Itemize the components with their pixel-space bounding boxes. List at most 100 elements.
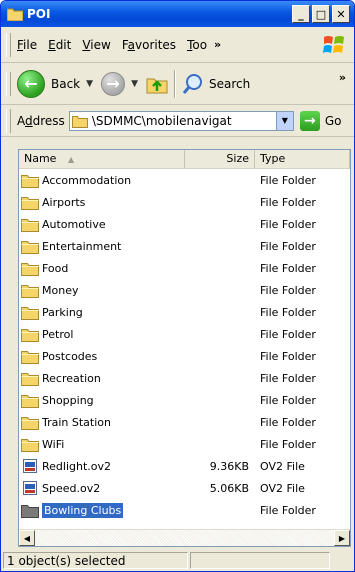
windows-logo-icon [323,36,344,53]
item-name-cell: Bowling Clubs [19,502,185,518]
up-folder-icon[interactable] [146,73,168,95]
title-bar[interactable]: POI _ □ ✕ [1,1,354,27]
list-item[interactable]: Speed.ov2 5.06KB OV2 File [19,477,350,499]
scroll-track[interactable] [35,530,334,546]
address-dropdown-button[interactable]: ▼ [275,111,293,130]
item-name-cell: Postcodes [19,348,185,364]
folder-icon [21,263,39,276]
ov2-file-icon [23,459,37,473]
item-name: Petrol [42,327,74,341]
close-button[interactable]: ✕ [332,5,350,23]
forward-button[interactable]: → ▼ [101,71,138,96]
menu-item[interactable]: Too [187,38,207,52]
list-item[interactable]: Recreation File Folder [19,367,350,389]
list-item[interactable]: Shopping File Folder [19,389,350,411]
go-label: Go [324,113,342,128]
list-item[interactable]: Money File Folder [19,279,350,301]
file-list[interactable]: Name ▲ Size Type Accommodation File Folde… [18,149,351,547]
list-item[interactable]: Bowling Clubs File Folder [19,499,350,521]
folder-icon [21,417,39,430]
item-name-cell: Petrol [19,326,185,342]
item-type: OV2 File [260,481,305,495]
item-name-cell: Train Station [19,414,185,430]
folder-icon [21,241,39,254]
explorer-window: POI _ □ ✕ File Edit View Favorites Too » ← B… [0,0,355,572]
item-type: File Folder [260,173,316,187]
item-name-cell: Entertainment [19,238,185,254]
back-arrow-icon: ← [17,69,45,98]
item-type: File Folder [260,437,316,451]
item-name: WiFi [42,437,65,451]
list-item[interactable]: Train Station File Folder [19,411,350,433]
folder-icon [21,285,39,298]
item-name: Parking [42,305,83,319]
menu-overflow-chevron[interactable]: » [214,38,221,51]
list-item[interactable]: Petrol File Folder [19,323,350,345]
column-header-type[interactable]: Type [255,150,350,168]
list-item[interactable]: Parking File Folder [19,301,350,323]
item-name: Accommodation [42,173,132,187]
menu-bar: File Edit View Favorites Too » [1,27,354,63]
menu-item[interactable]: Favorites [122,38,176,52]
back-button[interactable]: ← Back ▼ [17,69,93,98]
item-name-cell: Money [19,282,185,298]
item-type: File Folder [260,217,316,231]
column-header-size[interactable]: Size [185,150,255,168]
item-name-cell: Accommodation [19,172,185,188]
scroll-right-icon[interactable]: ▶ [334,530,350,546]
item-name-cell: Recreation [19,370,185,386]
folder-icon [21,329,39,342]
list-item[interactable]: Automotive File Folder [19,213,350,235]
search-button[interactable]: Search [182,73,250,95]
list-item[interactable]: Airports File Folder [19,191,350,213]
item-name-cell: Food [19,260,185,276]
item-type: File Folder [260,327,316,341]
ov2-file-icon [23,481,37,495]
column-header-name[interactable]: Name ▲ [19,150,185,168]
item-name: Airports [42,195,86,209]
address-label: Address [17,113,65,128]
scroll-left-icon[interactable]: ◀ [19,530,35,546]
item-name: Train Station [42,415,111,429]
item-type: File Folder [260,239,316,253]
address-input[interactable]: \SDMMC\mobilenavigat ▼ [68,110,294,131]
folder-icon [21,197,39,210]
list-item[interactable]: Food File Folder [19,257,350,279]
item-type: File Folder [260,503,316,517]
standard-toolbar: ← Back ▼ → ▼ Search » [1,63,354,105]
chevron-down-icon[interactable]: ▼ [86,79,93,89]
item-name: Bowling Clubs [42,502,124,518]
list-item[interactable]: Redlight.ov2 9.36KB OV2 File [19,455,350,477]
item-type: OV2 File [260,459,305,473]
menu-item[interactable]: File [17,38,37,52]
item-name-cell: WiFi [19,436,185,452]
status-text: 1 object(s) selected [3,551,188,569]
list-item[interactable]: WiFi File Folder [19,433,350,455]
horizontal-scrollbar[interactable]: ◀ ▶ [19,529,350,546]
item-name-cell: Automotive [19,216,185,232]
folder-icon [21,351,39,364]
status-bar: 1 object(s) selected [1,549,354,571]
item-size: 9.36KB [209,459,249,473]
minimize-button[interactable]: _ [292,5,310,23]
item-type: File Folder [260,305,316,319]
list-item[interactable]: Accommodation File Folder [19,169,350,191]
go-arrow-icon: → [299,110,320,131]
toolbar-overflow-chevron[interactable]: » [339,71,346,84]
list-item[interactable]: Entertainment File Folder [19,235,350,257]
item-type: File Folder [260,195,316,209]
toolbar-grip[interactable] [6,108,11,133]
item-name: Speed.ov2 [42,481,101,495]
go-button[interactable]: → Go [299,110,342,131]
item-type: File Folder [260,349,316,363]
menu-item[interactable]: View [82,38,110,52]
menu-item[interactable]: Edit [48,38,71,52]
folder-icon [21,505,39,518]
toolbar-grip[interactable] [6,71,11,96]
item-type: File Folder [260,415,316,429]
maximize-button[interactable]: □ [312,5,330,23]
address-value: \SDMMC\mobilenavigat [91,113,232,128]
chevron-down-icon[interactable]: ▼ [131,79,138,89]
list-item[interactable]: Postcodes File Folder [19,345,350,367]
toolbar-grip[interactable] [6,32,11,57]
